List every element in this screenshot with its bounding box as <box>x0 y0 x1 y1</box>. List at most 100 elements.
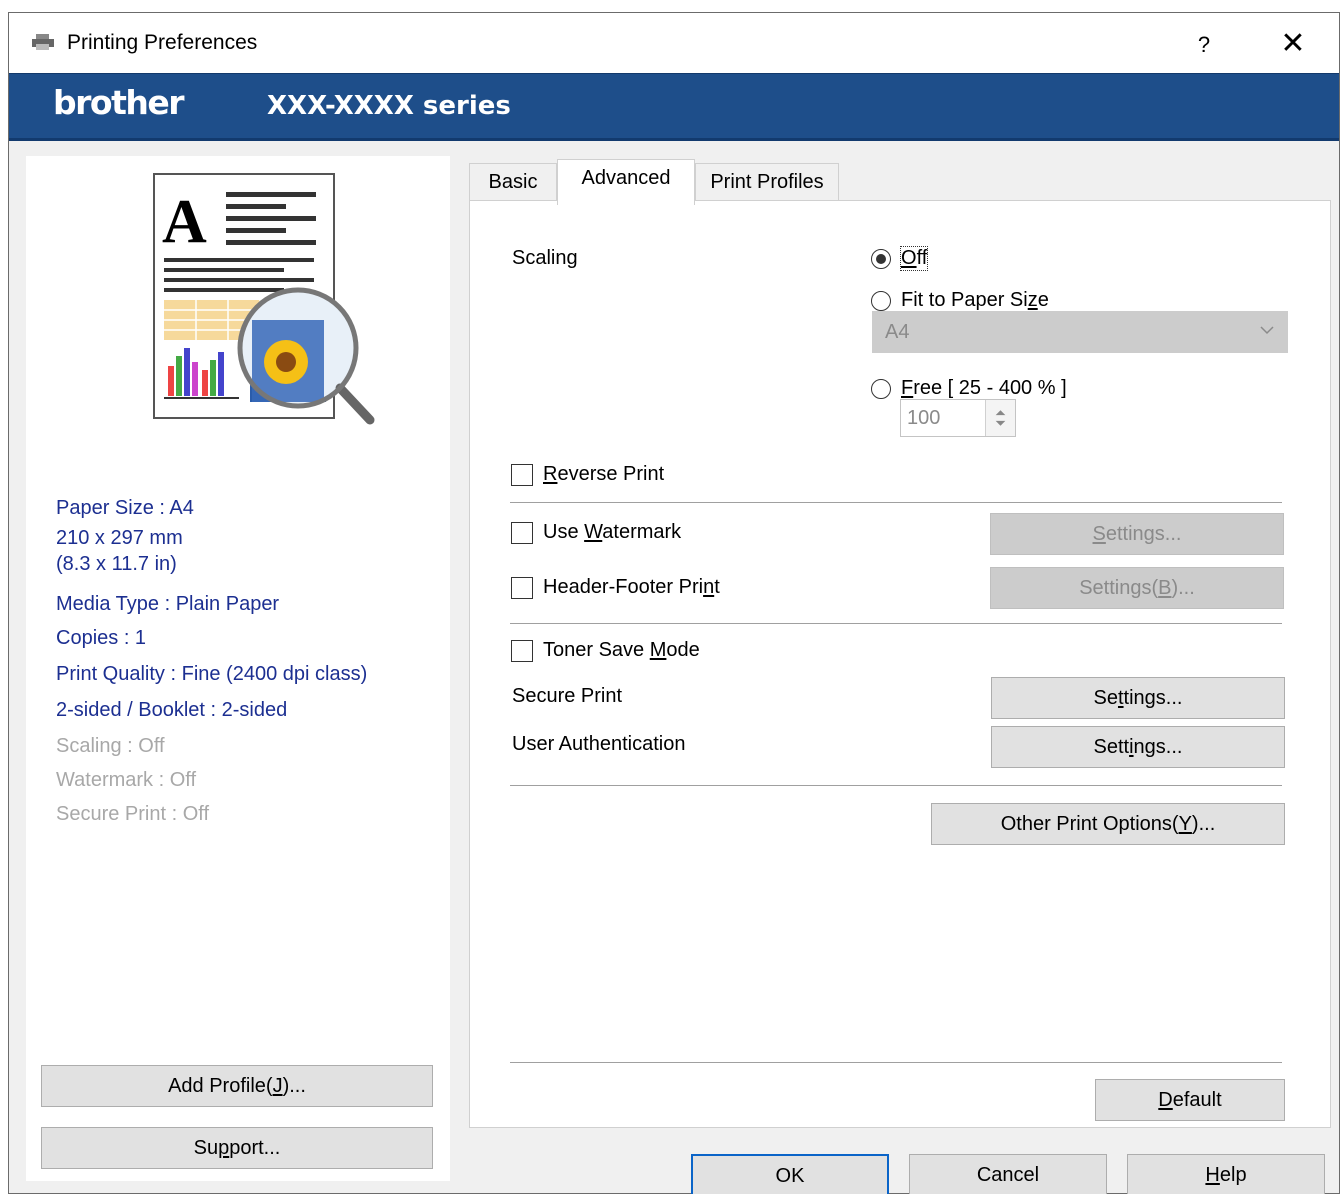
other-options-text-end: )... <box>1191 813 1216 835</box>
free-scaling-value: 100 <box>907 407 941 429</box>
other-print-options-button[interactable]: Other Print Options(Y)... <box>931 803 1285 845</box>
scaling-off-text: ff <box>916 247 928 269</box>
info-secure-print: Secure Print : Off <box>56 803 210 825</box>
help-accesskey: H <box>1205 1164 1220 1186</box>
header-footer-settings-text-end: )... <box>1171 577 1195 599</box>
secure-print-settings-button[interactable]: Settings... <box>991 677 1285 719</box>
header-footer-checkbox[interactable] <box>511 577 533 599</box>
toner-save-text-end: ode <box>666 639 700 661</box>
use-watermark-accesskey: W <box>584 521 603 543</box>
scaling-off-accesskey: O <box>901 247 917 269</box>
toner-save-accesskey: M <box>649 639 667 661</box>
info-two-sided: 2-sided / Booklet : 2-sided <box>56 699 288 721</box>
info-paper-dims-in: (8.3 x 11.7 in) <box>56 553 177 575</box>
help-button[interactable]: Help <box>1127 1154 1325 1194</box>
title-bar: Printing Preferences ? ✕ <box>9 13 1339 73</box>
info-copies: Copies : 1 <box>56 627 147 649</box>
support-button[interactable]: Support... <box>41 1127 433 1169</box>
add-profile-label-end: )... <box>282 1075 306 1097</box>
tab-print-profiles[interactable]: Print Profiles <box>695 163 839 201</box>
separator <box>510 1062 1282 1063</box>
info-print-quality: Print Quality : Fine (2400 dpi class) <box>56 663 368 685</box>
svg-text:A: A <box>162 188 207 256</box>
scaling-off-label[interactable]: Off <box>899 246 929 271</box>
advanced-tab-panel: Scaling Off Fit to Paper Size A4 Free [ … <box>469 200 1331 1128</box>
watermark-settings-text: ettings... <box>1105 523 1182 545</box>
brother-logo: brother <box>53 83 185 122</box>
header-footer-settings-button[interactable]: Settings(B)... <box>990 567 1284 609</box>
printer-app-icon <box>32 34 54 50</box>
use-watermark-text: Use <box>543 521 585 543</box>
preview-panel: A Paper Size: A4 210 x 297 mm (8.3 x 11… <box>26 156 450 1181</box>
fit-to-paper-label[interactable]: Fit to Paper Size <box>901 289 1049 312</box>
add-profile-accesskey: J <box>272 1075 283 1097</box>
user-authentication-label: User Authentication <box>512 733 686 755</box>
brand-banner: brother XXX-XXXX series <box>9 73 1339 141</box>
help-text: elp <box>1219 1164 1247 1186</box>
info-scaling: Scaling : Off <box>56 735 165 757</box>
fit-to-paper-text-end: e <box>1037 289 1049 311</box>
paper-size-select[interactable]: A4 <box>872 311 1288 353</box>
fit-to-paper-radio[interactable] <box>871 291 891 311</box>
toner-save-text: Toner Save <box>543 639 650 661</box>
user-auth-settings-text: Sett <box>1093 736 1130 758</box>
tab-advanced[interactable]: Advanced <box>557 159 695 205</box>
fit-to-paper-text: Fit to Paper Si <box>901 289 1028 311</box>
header-footer-text: Header-Footer Pri <box>543 576 704 598</box>
spinner-arrows-icon[interactable] <box>985 400 1015 436</box>
info-paper-size: Paper Size : A4 <box>56 497 194 519</box>
other-options-text: Other Print Options( <box>1000 813 1179 835</box>
window-title: Printing Preferences <box>67 31 258 54</box>
scaling-off-radio[interactable] <box>871 249 891 269</box>
use-watermark-text-end: atermark <box>602 521 682 543</box>
tab-basic[interactable]: Basic <box>469 163 557 201</box>
toner-save-label[interactable]: Toner Save Mode <box>543 639 700 662</box>
fit-to-paper-accesskey: z <box>1027 289 1038 311</box>
secure-print-settings-text-end: tings... <box>1123 687 1183 709</box>
header-footer-text-end: t <box>714 576 720 598</box>
separator <box>510 785 1282 786</box>
ok-button[interactable]: OK <box>691 1154 889 1194</box>
free-scaling-spinner[interactable]: 100 <box>900 399 1016 437</box>
paper-size-value: A4 <box>885 321 910 343</box>
reverse-print-label[interactable]: Reverse Print <box>543 463 664 486</box>
add-profile-button[interactable]: Add Profile(J)... <box>41 1065 433 1107</box>
default-button[interactable]: Default <box>1095 1079 1285 1121</box>
info-media-type: Media Type : Plain Paper <box>56 593 280 615</box>
use-watermark-label[interactable]: Use Watermark <box>543 521 681 544</box>
separator <box>510 502 1282 503</box>
header-footer-accesskey: n <box>703 576 715 598</box>
printing-preferences-window: Printing Preferences ? ✕ brother XXX-XXX… <box>8 12 1340 1194</box>
chevron-down-icon <box>1260 326 1274 335</box>
reverse-print-text: everse Print <box>557 463 665 485</box>
free-scaling-text: ree [ 25 - 400 % ] <box>913 377 1067 399</box>
watermark-settings-button[interactable]: Settings... <box>990 513 1284 555</box>
secure-print-settings-text: Se <box>1093 687 1118 709</box>
close-button[interactable]: ✕ <box>1255 25 1331 65</box>
watermark-settings-accesskey: S <box>1092 523 1106 545</box>
free-scaling-accesskey: F <box>901 377 914 399</box>
document-preview-icon: A <box>153 173 375 425</box>
add-profile-label: Add Profile( <box>168 1075 273 1097</box>
free-scaling-radio[interactable] <box>871 379 891 399</box>
header-footer-label[interactable]: Header-Footer Print <box>543 576 720 599</box>
support-label-end: port... <box>229 1137 281 1159</box>
info-watermark: Watermark : Off <box>56 769 197 791</box>
secure-print-label: Secure Print <box>512 685 623 707</box>
default-accesskey: D <box>1158 1089 1173 1111</box>
reverse-print-accesskey: R <box>543 463 558 485</box>
help-title-button[interactable]: ? <box>1169 25 1239 65</box>
cancel-button[interactable]: Cancel <box>909 1154 1107 1194</box>
use-watermark-checkbox[interactable] <box>511 522 533 544</box>
support-label: Su <box>193 1137 219 1159</box>
separator <box>510 623 1282 624</box>
support-accesskey: p <box>218 1137 230 1159</box>
info-paper-dims-mm: 210 x 297 mm <box>56 527 183 549</box>
user-auth-settings-text-end: ngs... <box>1133 736 1183 758</box>
toner-save-checkbox[interactable] <box>511 640 533 662</box>
user-auth-settings-button[interactable]: Settings... <box>991 726 1285 768</box>
reverse-print-checkbox[interactable] <box>511 464 533 486</box>
header-footer-settings-accesskey: B <box>1158 577 1172 599</box>
free-scaling-label[interactable]: Free [ 25 - 400 % ] <box>901 377 1067 400</box>
default-text: efault <box>1172 1089 1222 1111</box>
